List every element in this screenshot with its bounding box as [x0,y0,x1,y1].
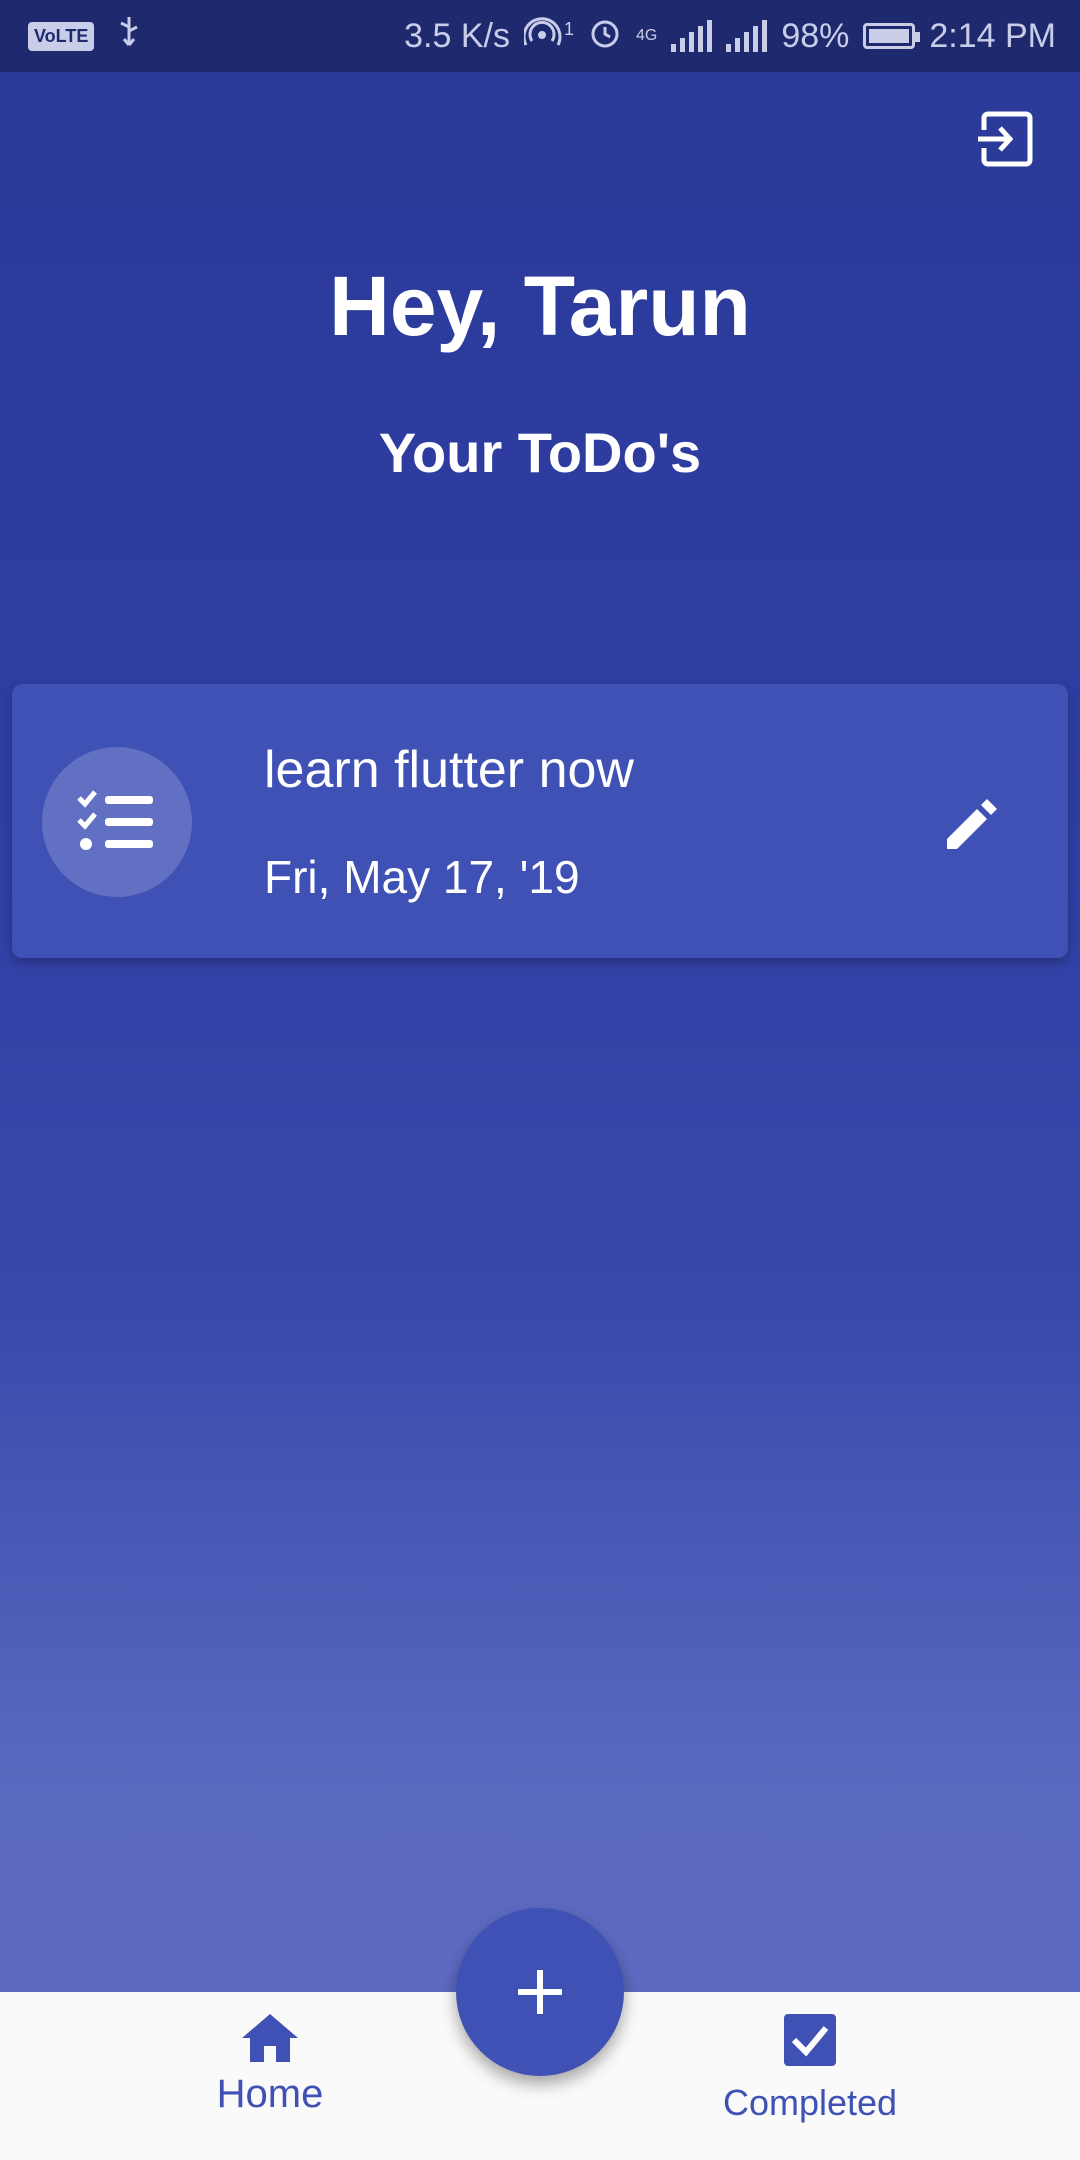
edit-icon [947,799,997,849]
page-subtitle: Your ToDo's [378,421,702,484]
nav-home-label: Home [216,2072,324,2116]
usb-icon [116,15,142,58]
battery-icon [863,23,921,49]
add-todo-button[interactable] [456,1908,624,2076]
network-type: 4G [635,27,658,44]
signal-icon-2 [726,20,768,52]
logout-button[interactable] [970,104,1040,174]
nav-home[interactable]: Home [190,2012,350,2152]
edit-todo-button[interactable] [932,784,1012,864]
home-icon [242,2014,298,2062]
logout-icon [978,111,1033,167]
nav-completed[interactable]: Completed [700,2012,920,2152]
todo-item[interactable]: learn flutter now Fri, May 17, '19 [12,684,1068,958]
alarm-icon [588,15,622,58]
clock: 2:14 PM [929,16,1056,55]
hotspot-icon [522,15,564,58]
checklist-icon [77,790,153,850]
todo-icon-avatar [42,747,192,897]
checkbox-icon [784,2014,836,2066]
hotspot-count: 1 [563,18,574,39]
network-speed: 3.5 K/s [404,16,510,55]
battery-percent: 98% [781,16,850,55]
todo-date: Fri, May 17, '19 [264,851,580,903]
status-bar: VoLTE 3.5 K/s 1 4G 98% 2:14 PM [0,0,1080,72]
plus-icon [518,1970,562,2014]
volte-icon: VoLTE [28,21,95,51]
nav-completed-label: Completed [722,2082,898,2123]
greeting-title: Hey, Tarun [329,259,751,353]
todo-title: learn flutter now [264,741,634,799]
signal-icon-1 [671,20,713,52]
